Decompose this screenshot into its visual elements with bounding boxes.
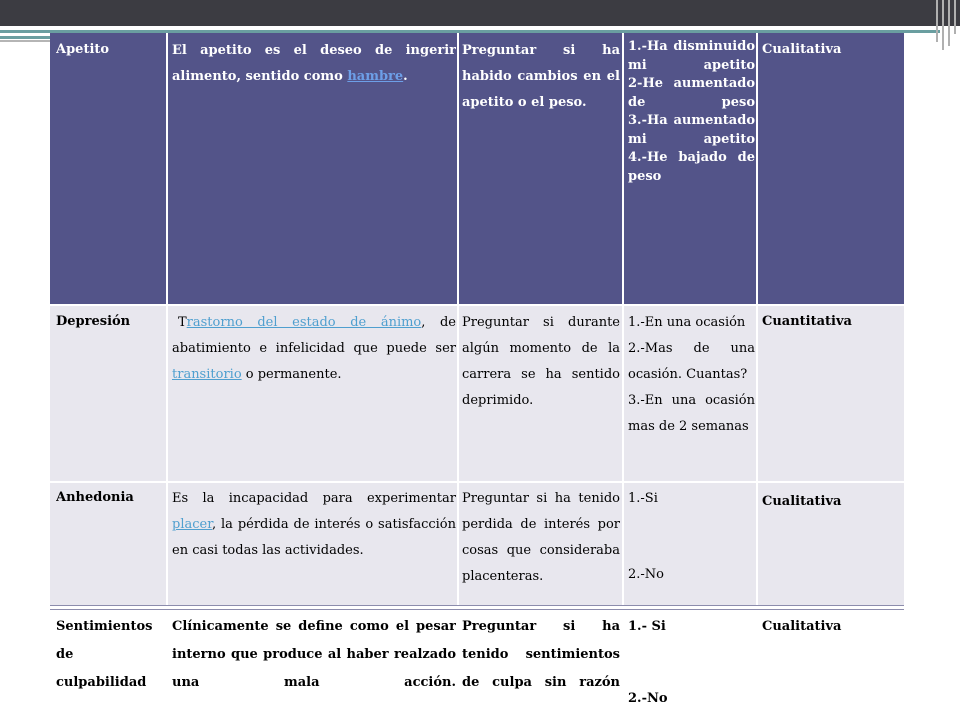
definition-cell: Clínicamente se define como el pesar int…	[172, 613, 456, 697]
question-text: Preguntar si ha habido cambios en el ape…	[462, 43, 620, 110]
term-cell: Apetito	[56, 42, 164, 57]
decorative-line	[0, 36, 50, 39]
option-item: 2.-Mas de una ocasión. Cuantas?	[628, 341, 755, 382]
column-divider	[166, 33, 168, 605]
option-item: 2-He aumentado de peso	[628, 76, 755, 110]
question-cell: Preguntar si ha habido cambios en el ape…	[462, 38, 620, 116]
type-label: Cuantitativa	[762, 314, 852, 329]
type-label: Cualitativa	[762, 619, 842, 634]
definition-cell: Es la incapacidad para experimentar plac…	[172, 486, 456, 564]
question-text: Preguntar si ha tenido sentimientos de c…	[462, 619, 620, 690]
options-cell: 1.-Si	[628, 490, 755, 508]
options-cell: 2.-No	[628, 566, 755, 584]
option-item: 3.-Ha aumentado mi apetito	[628, 113, 755, 147]
definition-link[interactable]: rastorno del estado de ánimo	[187, 315, 422, 330]
type-cell: Cuantitativa	[762, 314, 902, 329]
question-cell: Preguntar si ha tenido sentimientos de c…	[462, 613, 620, 697]
row-divider	[50, 481, 904, 483]
definition-text: Clínicamente se define como el pesar int…	[172, 619, 456, 690]
option-item: 1.-Si	[628, 491, 658, 506]
options-cell: 1.-En una ocasión 2.-Mas de una ocasión.…	[628, 310, 755, 440]
definition-link[interactable]: placer	[172, 517, 212, 532]
option-item: 3.-En una ocasión mas de 2 semanas	[628, 393, 755, 434]
question-cell: Preguntar si ha tenido perdida de interé…	[462, 486, 620, 590]
definition-cell: El apetito es el deseo de ingerir alimen…	[172, 38, 456, 90]
type-cell: Cualitativa	[762, 42, 902, 57]
column-divider	[457, 33, 459, 605]
option-item: 2.-No	[628, 567, 664, 582]
question-cell: Preguntar si durante algún momento de la…	[462, 310, 620, 414]
decorative-vertical-line	[942, 0, 944, 50]
decorative-vertical-line	[936, 0, 938, 42]
term-label: Anhedonia	[56, 490, 134, 505]
decorative-vertical-line	[948, 0, 950, 46]
type-label: Cualitativa	[762, 42, 842, 57]
definition-cell: Trastorno del estado de ánimo, de abatim…	[172, 310, 456, 388]
term-cell: Depresión	[56, 314, 164, 329]
term-cell: Sentimientos de culpabilidad	[56, 613, 168, 697]
option-item: 2.-No	[628, 691, 668, 706]
definition-link[interactable]: hambre	[347, 69, 403, 84]
options-cell: 1.-Ha disminuido mi apetito 2-He aumenta…	[628, 38, 755, 186]
term-label: Apetito	[56, 42, 110, 57]
type-cell: Cualitativa	[762, 619, 902, 634]
option-item: 4.-He bajado de peso	[628, 150, 755, 184]
question-text: Preguntar si ha tenido perdida de interé…	[462, 491, 620, 584]
term-label: Sentimientos de culpabilidad	[56, 619, 153, 690]
definition-link[interactable]: transitorio	[172, 367, 242, 382]
type-cell: Cualitativa	[762, 494, 902, 509]
column-divider	[756, 33, 758, 605]
decorative-line	[0, 40, 50, 42]
option-item: 1.- Si	[628, 619, 666, 634]
type-label: Cualitativa	[762, 494, 842, 509]
column-divider	[622, 33, 624, 605]
row-divider	[50, 605, 904, 606]
option-item: 1.-En una ocasión	[628, 315, 746, 330]
decorative-vertical-line	[954, 0, 956, 34]
question-text: Preguntar si durante algún momento de la…	[462, 315, 620, 408]
option-item: 1.-Ha disminuido mi apetito	[628, 39, 755, 73]
options-cell: 1.- Si	[628, 619, 755, 634]
top-bar	[0, 0, 960, 26]
options-cell: 2.-No	[628, 691, 755, 706]
term-label: Depresión	[56, 314, 131, 329]
term-cell: Anhedonia	[56, 490, 164, 505]
row-divider	[50, 304, 904, 306]
